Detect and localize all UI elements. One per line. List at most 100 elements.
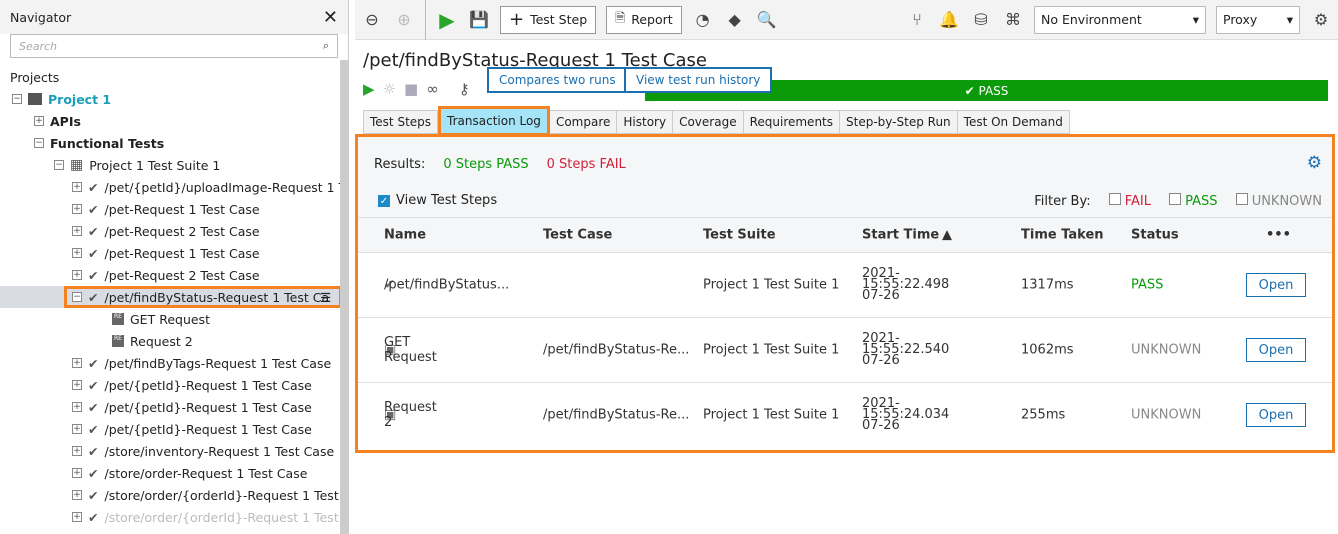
- database-icon[interactable]: ⛁: [970, 10, 992, 29]
- search-input[interactable]: Search ⌕: [10, 34, 338, 58]
- tree-test-case[interactable]: + ✔/pet/{petId}-Request 1 Test Case: [0, 396, 340, 418]
- check-icon: ✔: [88, 443, 99, 459]
- tab-transaction-log[interactable]: Transaction Log: [438, 106, 550, 136]
- status-badge: PASS: [1131, 277, 1164, 293]
- col-time-taken[interactable]: Time Taken: [1021, 228, 1104, 243]
- stop-icon[interactable]: ■: [404, 80, 418, 98]
- gear-icon[interactable]: ⚙: [1310, 10, 1332, 29]
- tree-test-case[interactable]: + ✔/pet/{petId}-Request 1 Test Case: [0, 374, 340, 396]
- environment-select[interactable]: No Environment ▾: [1034, 5, 1206, 34]
- run-icon[interactable]: ▶: [436, 8, 458, 32]
- tree-test-case[interactable]: + ✔/pet/{petId}/uploadImage-Request 1 Te: [0, 176, 340, 198]
- filter-unknown[interactable]: UNKNOWN: [1235, 193, 1322, 209]
- open-button[interactable]: Open: [1246, 403, 1306, 427]
- col-status[interactable]: Status: [1131, 228, 1179, 243]
- tree-root: Projects: [10, 69, 60, 85]
- more-icon[interactable]: •••: [1266, 228, 1291, 243]
- tooltip-history: View test run history: [624, 67, 773, 93]
- status-badge: UNKNOWN: [1131, 342, 1202, 358]
- tree-test-case[interactable]: + ✔/pet-Request 2 Test Case: [0, 220, 340, 242]
- tree-request[interactable]: RE Request 2: [0, 330, 340, 352]
- tree-test-case[interactable]: + ✔/pet-Request 1 Test Case: [0, 198, 340, 220]
- tree-test-case[interactable]: + ✔/store/inventory-Request 1 Test Case: [0, 440, 340, 462]
- tree-test-case[interactable]: + ✔/pet/{petId}-Request 1 Test Case: [0, 418, 340, 440]
- tab-test-steps[interactable]: Test Steps: [363, 110, 439, 134]
- open-button[interactable]: Open: [1246, 273, 1306, 297]
- pass-count: 0 Steps PASS: [443, 157, 529, 172]
- filter-pass[interactable]: PASS: [1169, 193, 1218, 209]
- table-header: Name Test Case Test Suite Start Time ▲ T…: [358, 217, 1332, 252]
- save-icon[interactable]: 💾: [468, 10, 490, 29]
- branch-icon[interactable]: ⑂: [906, 10, 928, 29]
- check-icon: ✔: [88, 421, 99, 437]
- tree-functional-tests[interactable]: − Functional Tests: [0, 132, 340, 154]
- check-icon: ✔: [88, 267, 99, 283]
- check-icon: ✔: [88, 377, 99, 393]
- tree-test-case[interactable]: + ✔/pet-Request 2 Test Case: [0, 264, 340, 286]
- status-badge: UNKNOWN: [1131, 407, 1202, 423]
- check-icon: ✔: [88, 509, 99, 525]
- tree-request[interactable]: RE GET Request: [0, 308, 340, 330]
- run-icon[interactable]: ▶: [363, 80, 375, 98]
- check-icon: ✔: [88, 223, 99, 239]
- view-test-steps-checkbox[interactable]: ✓ View Test Steps: [378, 193, 497, 208]
- check-icon: ✔: [88, 201, 99, 217]
- diamond-icon[interactable]: ◆: [724, 10, 746, 29]
- suite-icon: ▦: [70, 157, 84, 173]
- folder-icon: [28, 93, 42, 105]
- close-icon[interactable]: ✕: [323, 7, 338, 28]
- filter-fail[interactable]: FAIL: [1108, 193, 1151, 209]
- scrollbar[interactable]: [340, 60, 348, 534]
- key-icon[interactable]: ⚷: [459, 80, 470, 98]
- proxy-select[interactable]: Proxy ▾: [1216, 5, 1300, 34]
- search-icon[interactable]: ⌕: [323, 39, 329, 53]
- table-row: ✔ /pet/findByStatus... Project 1 Test Su…: [358, 252, 1332, 317]
- debug-icon[interactable]: ☼: [383, 80, 396, 98]
- check-icon: ✔: [88, 245, 99, 261]
- tree-project[interactable]: − Project 1: [0, 88, 340, 110]
- forward-icon[interactable]: ⊕: [393, 10, 415, 29]
- bell-icon[interactable]: 🔔: [938, 10, 960, 29]
- tree-test-case[interactable]: + ✔/store/order-Request 1 Test Case: [0, 462, 340, 484]
- tree-test-case[interactable]: − ✔/pet/findByStatus-Request 1 Test Ca ☰: [0, 286, 340, 308]
- add-test-step-button[interactable]: + Test Step: [500, 5, 597, 34]
- tree-suite[interactable]: − ▦ Project 1 Test Suite 1: [0, 154, 340, 176]
- transaction-log-panel: Results: 0 Steps PASS 0 Steps FAIL ⚙ ✓ View…: [355, 134, 1335, 453]
- tab-test-on-demand[interactable]: Test On Demand: [957, 110, 1070, 134]
- col-start-time[interactable]: Start Time: [862, 228, 939, 243]
- tooltip-compare: Compares two runs: [487, 67, 628, 93]
- tab-history[interactable]: History: [617, 110, 674, 134]
- inspect-icon[interactable]: 🔍: [756, 10, 778, 29]
- fail-count: 0 Steps FAIL: [546, 157, 626, 172]
- tree-test-case[interactable]: + ✔/pet/findByTags-Request 1 Test Case: [0, 352, 340, 374]
- tree-test-case[interactable]: + ✔/pet-Request 1 Test Case: [0, 242, 340, 264]
- report-button[interactable]: 🗎 Report: [606, 5, 682, 34]
- network-icon[interactable]: ⌘: [1002, 10, 1024, 29]
- table-row: ▣ Request 2 /pet/findByStatus-Re... Proj…: [358, 382, 1332, 447]
- check-icon: ✔: [88, 179, 99, 195]
- check-icon: ✔: [88, 399, 99, 415]
- results-label: Results:: [374, 157, 426, 172]
- open-button[interactable]: Open: [1246, 338, 1306, 362]
- navigator-panel: Navigator ✕ Search ⌕ Projects − Project 1 +…: [0, 0, 349, 534]
- check-icon: ✔: [88, 355, 99, 371]
- document-icon: 🗎: [615, 10, 626, 25]
- gauge-icon[interactable]: ◔: [692, 10, 714, 29]
- col-name[interactable]: Name: [384, 228, 426, 243]
- gear-icon[interactable]: ⚙: [1307, 153, 1322, 173]
- tab-step-by-step-run[interactable]: Step-by-Step Run: [840, 110, 958, 134]
- tree-test-case[interactable]: + ✔/store/order/{orderId}-Request 1 Test …: [0, 506, 340, 528]
- tab-coverage[interactable]: Coverage: [673, 110, 744, 134]
- back-icon[interactable]: ⊖: [361, 10, 383, 29]
- tree-apis[interactable]: + APIs: [0, 110, 340, 132]
- tab-compare[interactable]: Compare: [549, 110, 618, 134]
- request-icon: RE: [112, 313, 124, 325]
- tab-requirements[interactable]: Requirements: [743, 110, 841, 134]
- toolbar: ⊖ ⊕ ▶ 💾 + Test Step 🗎 Report ◔ ◆ 🔍 ⑂ 🔔 ⛁ ⌘…: [355, 0, 1338, 40]
- tree-test-case[interactable]: + ✔/store/order/{orderId}-Request 1 Test …: [0, 484, 340, 506]
- loop-icon[interactable]: ∞: [426, 80, 439, 98]
- col-test-suite[interactable]: Test Suite: [703, 228, 776, 243]
- col-test-case[interactable]: Test Case: [543, 228, 612, 243]
- table-row: ▣ GET Request /pet/findByStatus-Re... Pr…: [358, 317, 1332, 382]
- sort-asc-icon: ▲: [942, 227, 952, 243]
